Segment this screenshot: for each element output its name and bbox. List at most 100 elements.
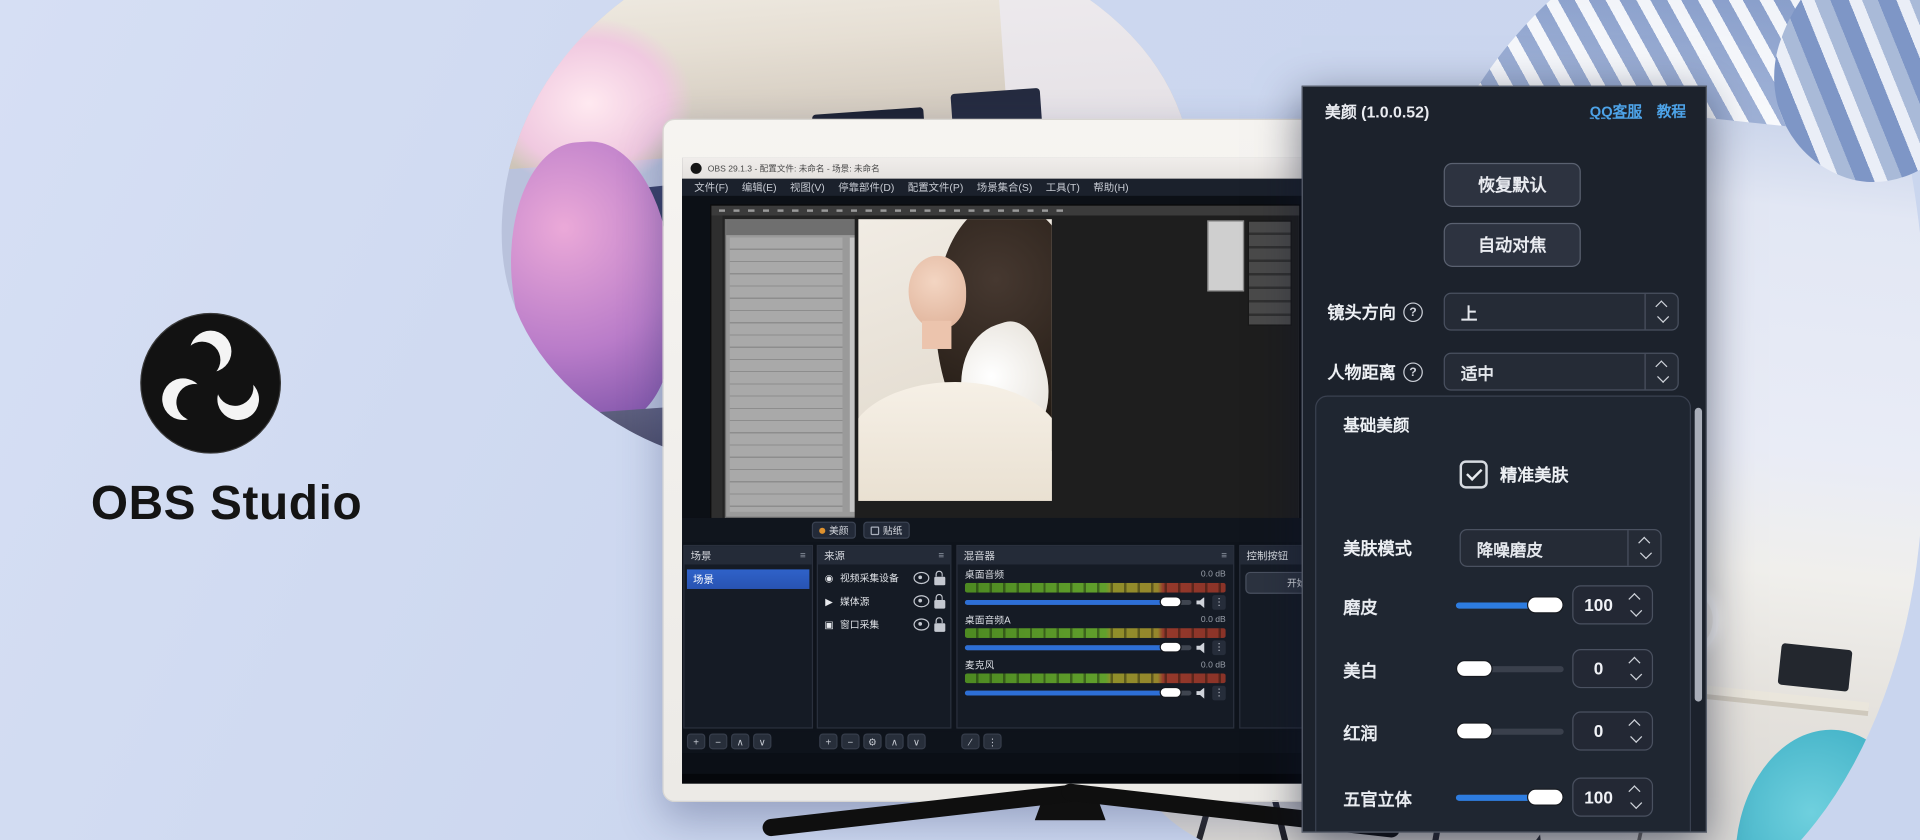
sources-dock-header: 来源 ≡ bbox=[818, 546, 950, 564]
channel-options-icon[interactable]: ⋮ bbox=[1212, 595, 1225, 610]
menu-profile[interactable]: 配置文件(P) bbox=[908, 180, 964, 195]
slider-handle[interactable] bbox=[1456, 722, 1493, 739]
lock-icon[interactable] bbox=[934, 623, 945, 632]
select-stepper[interactable] bbox=[1644, 354, 1677, 390]
slider-handle[interactable] bbox=[1527, 789, 1564, 806]
lock-icon[interactable] bbox=[934, 576, 945, 585]
menu-help[interactable]: 帮助(H) bbox=[1093, 180, 1128, 195]
window-source-icon: ▣ bbox=[823, 619, 835, 630]
camera-direction-label: 镜头方向 ? bbox=[1327, 293, 1423, 331]
square-dot-icon bbox=[871, 526, 880, 535]
speaker-icon[interactable] bbox=[1196, 642, 1207, 653]
obs-studio-wordmark: OBS Studio bbox=[49, 478, 404, 532]
face-definition-slider[interactable] bbox=[1456, 795, 1564, 801]
mixer-filter-button[interactable]: ∕ bbox=[961, 733, 979, 749]
obs-window-title: OBS 29.1.3 - 配置文件: 未命名 - 场景: 未命名 bbox=[708, 162, 880, 174]
sticker-chip-button[interactable]: 贴纸 bbox=[863, 522, 910, 539]
source-row[interactable]: ◉ 视频采集设备 bbox=[823, 568, 945, 588]
select-stepper[interactable] bbox=[1644, 294, 1677, 330]
dock-menu-icon[interactable]: ≡ bbox=[938, 550, 944, 561]
source-up-button[interactable]: ∧ bbox=[885, 733, 903, 749]
remove-source-button[interactable]: − bbox=[841, 733, 859, 749]
chevron-up-icon bbox=[1628, 593, 1640, 605]
chevron-down-icon bbox=[1656, 311, 1668, 323]
select-stepper[interactable] bbox=[1627, 530, 1660, 566]
menu-edit[interactable]: 编辑(E) bbox=[742, 180, 777, 195]
source-row[interactable]: ▣ 窗口采集 bbox=[823, 615, 945, 635]
value-stepper[interactable] bbox=[1624, 594, 1652, 616]
panel-scrollbar[interactable] bbox=[1695, 408, 1702, 702]
source-row[interactable]: ▶ 媒体源 bbox=[823, 591, 945, 611]
beauty-panel-header: 美颜 (1.0.0.52) QQ客服 教程 bbox=[1303, 87, 1706, 123]
chevron-up-icon bbox=[1628, 657, 1640, 669]
menu-file[interactable]: 文件(F) bbox=[694, 180, 728, 195]
smoothing-value-box[interactable]: 100 bbox=[1572, 585, 1653, 624]
autofocus-button[interactable]: 自动对焦 bbox=[1444, 223, 1581, 267]
channel-options-icon[interactable]: ⋮ bbox=[1212, 686, 1225, 701]
rosiness-value-box[interactable]: 0 bbox=[1572, 711, 1653, 750]
orange-dot-icon bbox=[819, 527, 825, 533]
volume-slider-handle[interactable] bbox=[1159, 687, 1181, 698]
slider-handle[interactable] bbox=[1456, 660, 1493, 677]
value-stepper[interactable] bbox=[1624, 786, 1652, 808]
qq-support-link[interactable]: QQ客服 bbox=[1590, 100, 1642, 121]
value-stepper[interactable] bbox=[1624, 658, 1652, 680]
beauty-chip-button[interactable]: 美颜 bbox=[812, 522, 856, 539]
slider-handle[interactable] bbox=[1527, 596, 1564, 613]
whitening-value-box[interactable]: 0 bbox=[1572, 649, 1653, 688]
menu-scene-collection[interactable]: 场景集合(S) bbox=[977, 180, 1033, 195]
visibility-eye-icon[interactable] bbox=[913, 572, 929, 584]
face-definition-value-box[interactable]: 100 bbox=[1572, 778, 1653, 817]
volume-slider-handle[interactable] bbox=[1159, 642, 1181, 653]
speaker-icon[interactable] bbox=[1196, 597, 1207, 608]
person-distance-select[interactable]: 适中 bbox=[1444, 353, 1679, 391]
skin-mode-select[interactable]: 降噪磨皮 bbox=[1460, 529, 1662, 567]
channel-options-icon[interactable]: ⋮ bbox=[1212, 640, 1225, 655]
help-icon[interactable]: ? bbox=[1403, 302, 1423, 322]
smoothing-slider[interactable] bbox=[1456, 602, 1564, 608]
tutorial-link[interactable]: 教程 bbox=[1657, 100, 1686, 121]
chevron-down-icon bbox=[1629, 668, 1641, 680]
mixer-channel: 麦克风 0.0 dB ⋮ bbox=[965, 659, 1226, 701]
whitening-slider[interactable] bbox=[1456, 666, 1564, 672]
dock-menu-icon[interactable]: ≡ bbox=[800, 550, 806, 561]
scene-up-button[interactable]: ∧ bbox=[731, 733, 749, 749]
portrait-photo bbox=[858, 219, 1051, 501]
menu-tools[interactable]: 工具(T) bbox=[1046, 180, 1080, 195]
lock-icon[interactable] bbox=[934, 599, 945, 608]
scene-down-button[interactable]: ∨ bbox=[753, 733, 771, 749]
dock-menu-icon[interactable]: ≡ bbox=[1221, 550, 1227, 561]
rosiness-slider[interactable] bbox=[1456, 729, 1564, 735]
help-icon[interactable]: ? bbox=[1403, 362, 1423, 382]
skin-mode-label: 美肤模式 bbox=[1343, 529, 1412, 567]
volume-slider-handle[interactable] bbox=[1159, 596, 1181, 607]
add-scene-button[interactable]: + bbox=[687, 733, 705, 749]
scene-list-item[interactable]: 场景 bbox=[687, 569, 809, 589]
chevron-up-icon bbox=[1628, 785, 1640, 797]
volume-slider[interactable] bbox=[965, 600, 1192, 605]
source-down-button[interactable]: ∨ bbox=[907, 733, 925, 749]
camera-direction-select[interactable]: 上 bbox=[1444, 293, 1679, 331]
visibility-eye-icon[interactable] bbox=[913, 595, 929, 607]
visibility-eye-icon[interactable] bbox=[913, 618, 929, 630]
menu-view[interactable]: 视图(V) bbox=[790, 180, 825, 195]
value-stepper[interactable] bbox=[1624, 720, 1652, 742]
basic-beauty-title: 基础美颜 bbox=[1343, 411, 1409, 435]
volume-slider[interactable] bbox=[965, 645, 1192, 650]
add-source-button[interactable]: + bbox=[819, 733, 837, 749]
remove-scene-button[interactable]: − bbox=[709, 733, 727, 749]
restore-defaults-button[interactable]: 恢复默认 bbox=[1444, 163, 1581, 207]
chevron-down-icon bbox=[1629, 605, 1641, 617]
speaker-icon[interactable] bbox=[1196, 688, 1207, 699]
precise-skin-checkbox-row[interactable]: 精准美肤 bbox=[1460, 460, 1569, 488]
person-distance-label: 人物距离 ? bbox=[1327, 353, 1423, 391]
captured-editor-toolbar bbox=[711, 216, 722, 518]
chevron-up-icon bbox=[1638, 537, 1650, 549]
checkbox-checked-icon[interactable] bbox=[1460, 460, 1488, 488]
mixer-options-button[interactable]: ⋮ bbox=[983, 733, 1001, 749]
menu-docks[interactable]: 停靠部件(D) bbox=[838, 180, 894, 195]
volume-slider[interactable] bbox=[965, 691, 1192, 696]
obs-window-icon bbox=[691, 163, 702, 174]
beauty-panel-title: 美颜 (1.0.0.52) bbox=[1325, 99, 1575, 122]
source-properties-button[interactable]: ⚙ bbox=[863, 733, 881, 749]
